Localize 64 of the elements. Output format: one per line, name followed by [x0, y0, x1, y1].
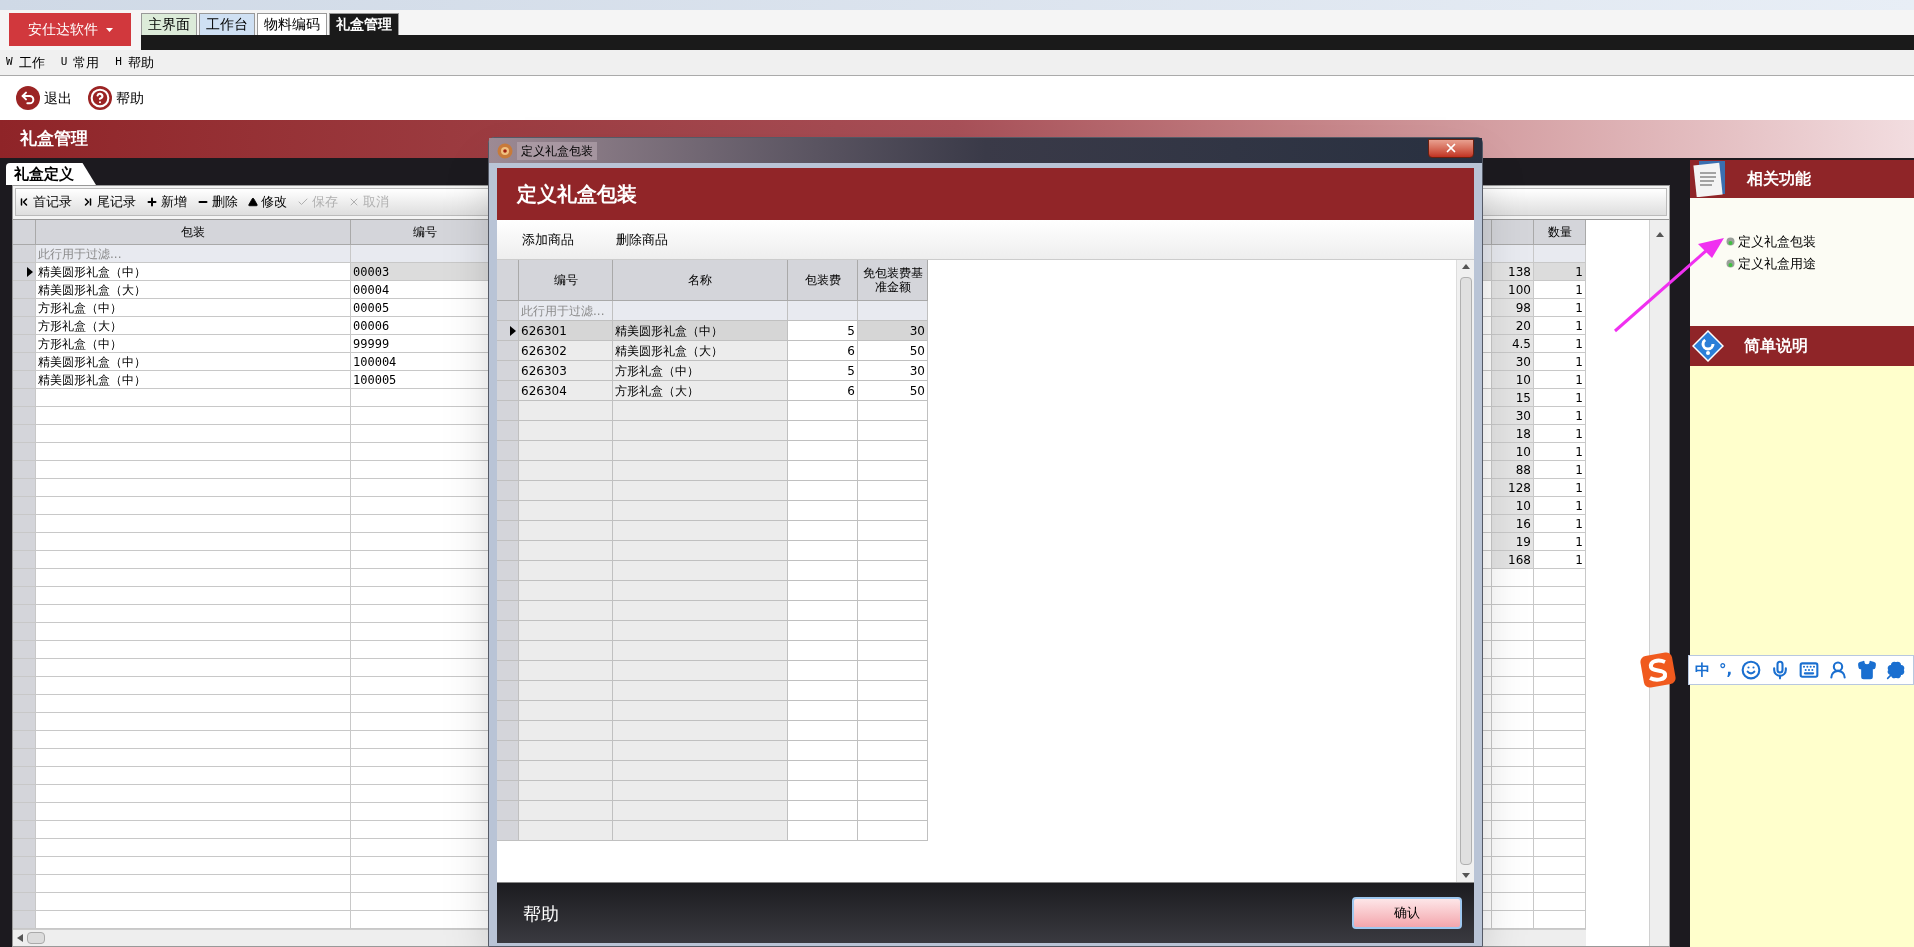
table-cell: 20 [1492, 317, 1534, 335]
module-tab[interactable]: 物料编码 [257, 13, 327, 35]
table-cell: 15 [1492, 389, 1534, 407]
module-tab[interactable]: 工作台 [199, 13, 255, 35]
panel-title: 相关功能 [1747, 168, 1811, 190]
module-tab[interactable]: 礼盒管理 [329, 13, 399, 35]
punctuation-toggle[interactable]: °, [1719, 658, 1733, 682]
table-cell: 100 [1492, 281, 1534, 299]
grid-toolbar-button[interactable]: 首记录 [18, 192, 72, 212]
menu-item[interactable]: U 常用 [60, 52, 100, 73]
table-cell: 18 [1492, 425, 1534, 443]
dialog-heading: 定义礼盒包装 [517, 181, 637, 208]
table-cell: 5 [788, 361, 858, 381]
column-header: 免包装费基准金额 [858, 260, 928, 301]
function-link[interactable]: 定义礼盒用途 [1726, 253, 1816, 273]
function-link[interactable]: 定义礼盒包装 [1726, 232, 1816, 252]
table-cell: 88 [1492, 461, 1534, 479]
table-cell: 168 [1492, 551, 1534, 569]
panel-title: 简单说明 [1744, 335, 1808, 357]
grid-toolbar-button[interactable]: 新增 [146, 192, 187, 212]
confirm-button[interactable]: 确认 [1352, 897, 1462, 929]
table-cell: 19 [1492, 533, 1534, 551]
table-cell: 6 [788, 341, 858, 361]
grid-toolbar-button[interactable]: 删除 [197, 192, 238, 212]
table-cell: 30 [858, 361, 928, 381]
table-cell: 30 [1492, 353, 1534, 371]
menu-item[interactable]: W 工作 [6, 52, 45, 73]
grid-toolbar-button[interactable]: 修改 [248, 192, 287, 212]
table-cell: 16 [1492, 515, 1534, 533]
toolbar-button[interactable]: 添加商品 [522, 229, 574, 250]
table-cell: 128 [1492, 479, 1534, 497]
table-row[interactable]: 626302 精美圆形礼盒（大） 6 50 [497, 341, 928, 361]
window-title: 定义礼盒包装 [517, 141, 597, 160]
column-header: 包装 [36, 220, 351, 245]
column-header: 编号 [519, 260, 613, 301]
table-cell: 10 [1492, 497, 1534, 515]
table-cell: 10 [1492, 371, 1534, 389]
table-cell: 10 [1492, 443, 1534, 461]
brand-menu-button[interactable]: 安仕达软件 [9, 13, 131, 46]
table-cell: 5 [788, 321, 858, 341]
help-text: 帮助 [523, 901, 559, 926]
table-cell: 50 [858, 341, 928, 361]
table-cell: 50 [858, 381, 928, 401]
table-cell: 精美圆形礼盒（中） [36, 263, 351, 281]
banner-title: 礼盒管理 [20, 127, 88, 151]
module-tab[interactable]: 主界面 [141, 13, 197, 35]
toolbar-button[interactable]: 帮助 [88, 86, 144, 110]
table-cell: 30 [1492, 407, 1534, 425]
grid-toolbar-button[interactable]: 尾记录 [82, 192, 136, 212]
input-mode-toggle[interactable]: 中 [1695, 658, 1710, 682]
toolbar-button[interactable]: 删除商品 [616, 229, 668, 250]
page-tab[interactable]: 礼盒定义 [6, 163, 96, 185]
table-row[interactable]: 626304 方形礼盒（大） 6 50 [497, 381, 928, 401]
menu-item[interactable]: H 帮助 [115, 52, 154, 73]
table-row[interactable]: 626303 方形礼盒（中） 5 30 [497, 361, 928, 381]
column-header: 名称 [613, 260, 788, 301]
column-header: 数量 [1534, 220, 1586, 245]
table-cell: 6 [788, 381, 858, 401]
toolbar-button[interactable]: 退出 [16, 86, 72, 110]
table-cell: 4.5 [1492, 335, 1534, 353]
table-row[interactable]: 626301 精美圆形礼盒（中） 5 30 [497, 321, 928, 341]
table-cell: 138 [1492, 263, 1534, 281]
table-cell: 98 [1492, 299, 1534, 317]
column-header: 包装费 [788, 260, 858, 301]
